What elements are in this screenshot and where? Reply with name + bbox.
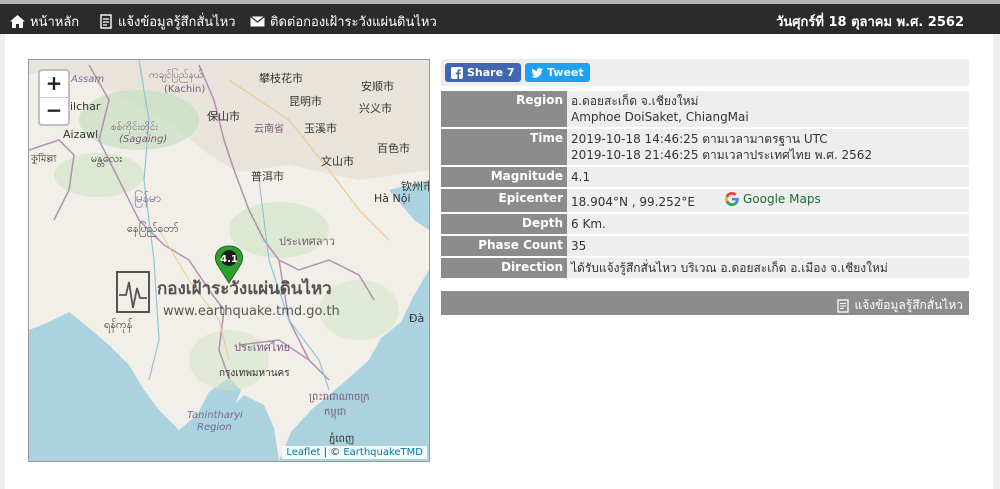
map-label-kachin: (Kachin) [164,84,205,95]
epicenter-value: 18.904°N , 99.252°E Google Maps [567,189,969,212]
map-label-yunnan: 云南省 [254,122,284,135]
twitter-bird-icon [531,67,543,78]
map-label-sagaing: (Sagaing) [119,134,167,145]
report-felt-button[interactable]: แจ้งข้อมูลรู้สึกสั่นไหว [837,296,963,315]
nav-contact[interactable]: ติดต่อกองเฝ้าระวังแผ่นดินไหว [250,11,437,32]
phase-count-label: Phase Count [441,236,567,256]
direction-label: Direction [441,258,567,278]
map-label-baise: 百色市 [377,141,410,155]
map-label-yuxi: 玉溪市 [304,121,337,135]
map-background: Assam ကချင်ပြည်နယ် (Kachin) Silchar Aiza… [29,60,429,461]
map-label-xingyi: 兴义市 [359,101,392,115]
map-label-mandalay: မန္တလေး [91,152,122,167]
leaflet-link[interactable]: Leaflet [286,447,320,458]
map-label-region: Region [197,422,232,433]
map-label-sagaing-native: စစ်ကိုင်းတိုင်း [111,120,158,135]
marker-magnitude-label: 4.1 [220,254,238,265]
nav-home-label: หน้าหลัก [30,15,80,30]
detail-row-depth: Depth 6 Km. [441,214,969,234]
tweet-button[interactable]: Tweet [525,63,590,82]
map-label-naypyidaw: နေပြည်တော် [127,221,179,237]
google-maps-label: Google Maps [742,192,821,206]
region-thai: อ.ดอยสะเก็ด จ.เชียงใหม่ [571,94,699,108]
map-label-hanoi: Hà Nội [374,192,411,205]
map-label-puer: 普洱市 [251,169,284,183]
map-label-assam: Assam [70,74,104,85]
earthquake-map[interactable]: Assam ကချင်ပြည်နယ် (Kachin) Silchar Aiza… [28,59,430,462]
map-label-laos: ประเทศลาว [279,235,335,248]
report-form-icon [837,298,850,313]
page-content: Assam ကချင်ပြည်နယ် (Kachin) Silchar Aiza… [5,34,993,489]
watermark-title: กองเฝ้าระวังแผ่นดินไหว [157,278,332,299]
map-label-tanintharyi: Tanintharyi [187,410,243,421]
nav-report-label: แจ้งข้อมูลรู้สึกสั่นไหว [118,15,236,30]
map-zoom-control: + − [38,69,70,126]
earthquaketmd-link[interactable]: EarthquakeTMD [343,447,423,458]
map-label-qinzhou: 钦州市 [401,179,429,193]
facebook-share-label: Share 7 [467,66,515,79]
home-icon [10,15,25,28]
report-felt-label: แจ้งข้อมูลรู้สึกสั่นไหว [854,298,963,312]
map-label-cambodia-native: ព្រះរាជាណាចក្រ [309,392,370,403]
nav-report[interactable]: แจ้งข้อมูลรู้สึกสั่นไหว [100,11,236,32]
time-label: Time [441,129,567,165]
watermark-url: www.earthquake.tmd.go.th [163,304,340,319]
facebook-icon [451,66,463,79]
map-label-wenshan: 文山市 [321,154,354,168]
magnitude-value: 4.1 [567,167,969,187]
map-label-aizawl: Aizawl [63,128,98,141]
detail-row-direction: Direction ได้รับแจ้งรู้สึกสั่นไหว บริเวณ… [441,258,969,278]
map-label-phnompenh: ភ្នំពេញ [329,432,354,445]
map-label-kumila: কুমিল্লা [30,153,58,165]
attribution-separator: | © [320,447,344,458]
detail-row-phase-count: Phase Count 35 [441,236,969,256]
nav-contact-label: ติดต่อกองเฝ้าระวังแผ่นดินไหว [270,15,437,30]
facebook-share-button[interactable]: Share 7 [445,63,521,82]
earthquake-details-table: Region อ.ดอยสะเก็ด จ.เชียงใหม่ Amphoe Doi… [441,89,969,280]
detail-row-magnitude: Magnitude 4.1 [441,167,969,187]
map-label-kachin-native: ကချင်ပြည်နယ် [149,67,203,83]
map-label-panzhihua: 攀枝花市 [259,71,303,85]
region-english: Amphoe DoiSaket, ChiangMai [571,110,749,124]
direction-value: ได้รับแจ้งรู้สึกสั่นไหว บริเวณ อ.ดอยสะเก… [567,258,969,278]
epicenter-coordinates: 18.904°N , 99.252°E [571,195,695,209]
time-utc: 2019-10-18 14:46:25 ตามเวลามาตรฐาน UTC [571,132,828,146]
envelope-icon [250,16,265,27]
time-value: 2019-10-18 14:46:25 ตามเวลามาตรฐาน UTC 20… [567,129,969,165]
map-label-kunming: 昆明市 [289,94,322,108]
top-navigation-bar: หน้าหลัก แจ้งข้อมูลรู้สึกสั่นไหว ติดต่อก… [0,0,1000,34]
nav-home[interactable]: หน้าหลัก [10,11,79,32]
map-attribution: Leaflet | © EarthquakeTMD [282,446,427,459]
region-value: อ.ดอยสะเก็ด จ.เชียงใหม่ Amphoe DoiSaket, … [567,91,969,127]
share-bar: Share 7 Tweet [441,59,969,86]
map-label-danang: Đà [409,312,424,325]
region-label: Region [441,91,567,127]
phase-count-value: 35 [567,236,969,256]
zoom-out-button[interactable]: − [40,97,68,124]
google-g-icon [724,192,739,206]
map-label-anshun: 安顺市 [361,79,394,93]
depth-label: Depth [441,214,567,234]
zoom-in-button[interactable]: + [40,71,68,97]
magnitude-label: Magnitude [441,167,567,187]
depth-value: 6 Km. [567,214,969,234]
report-form-icon [100,14,112,29]
report-felt-bar: แจ้งข้อมูลรู้สึกสั่นไหว [441,291,969,315]
time-local: 2019-10-18 21:46:25 ตามเวลาประเทศไทย พ.ศ… [571,148,873,162]
map-label-thailand: ประเทศไทย [234,341,290,354]
tweet-label: Tweet [547,66,584,79]
detail-row-region: Region อ.ดอยสะเก็ด จ.เชียงใหม่ Amphoe Doi… [441,91,969,127]
epicenter-label: Epicenter [441,189,567,212]
detail-row-epicenter: Epicenter 18.904°N , 99.252°E Google Maps [441,189,969,212]
detail-row-time: Time 2019-10-18 14:46:25 ตามเวลามาตรฐาน … [441,129,969,165]
map-label-bangkok: กรุงเทพมหานคร [219,368,290,379]
google-maps-link[interactable]: Google Maps [724,191,821,207]
map-label-baoshan: 保山市 [207,109,240,123]
map-label-yangon: ရန်ကုန် [104,318,132,333]
current-date: วันศุกร์ที่ 18 ตุลาคม พ.ศ. 2562 [776,15,964,30]
